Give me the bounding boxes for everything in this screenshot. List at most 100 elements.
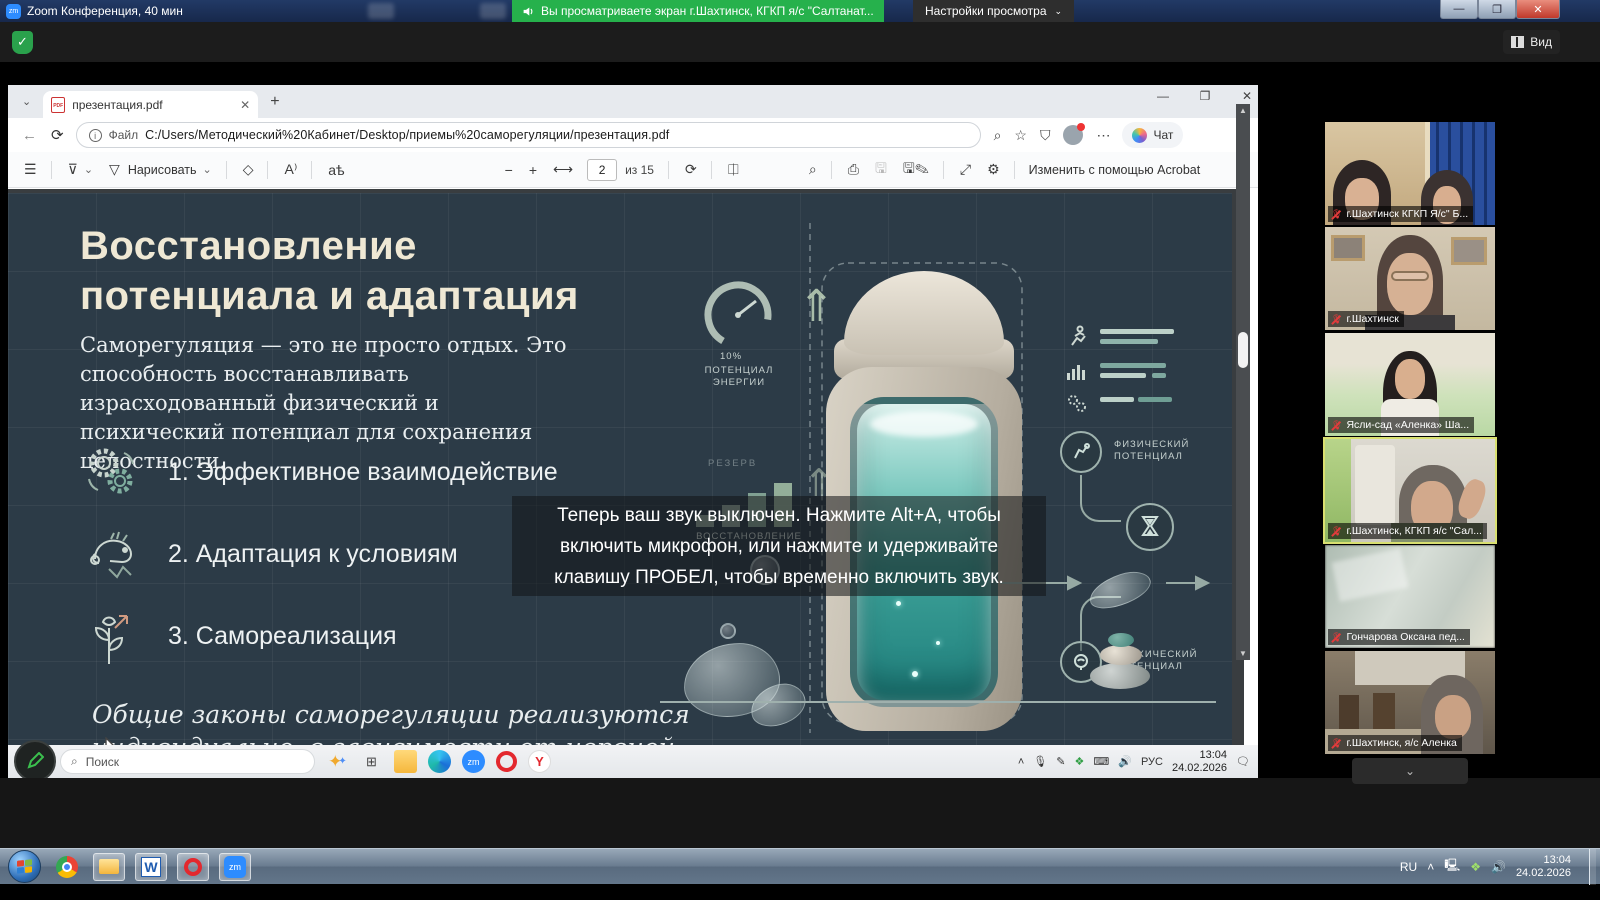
- yandex-icon[interactable]: Y: [528, 750, 551, 773]
- edit-with-acrobat-button[interactable]: Изменить с помощью Acrobat: [1029, 163, 1201, 177]
- shared-clock[interactable]: 13:0424.02.2026: [1172, 749, 1227, 775]
- save-icon[interactable]: 🖫: [875, 158, 887, 182]
- settings-gear-icon[interactable]: ⚙: [987, 161, 1000, 178]
- minimize-button[interactable]: —: [1440, 0, 1478, 19]
- display-tray-icon[interactable]: 🖳: [1444, 856, 1460, 877]
- zoom-taskbar-icon[interactable]: zm: [462, 750, 485, 773]
- keyboard-icon[interactable]: ⌨: [1093, 755, 1109, 768]
- eraser-icon[interactable]: ◇: [243, 161, 254, 178]
- explorer-taskbar-icon[interactable]: [93, 853, 125, 881]
- more-menu-icon[interactable]: ⋯: [1096, 127, 1110, 144]
- text-icon[interactable]: аѣ: [328, 162, 344, 178]
- volume-tray-icon[interactable]: 🔊: [1491, 860, 1506, 874]
- highlighter-icon[interactable]: ⊽: [68, 161, 78, 178]
- start-button[interactable]: [8, 850, 41, 883]
- participant-video[interactable]: 🎙Ясли-сад «Аленка» Ша...: [1325, 333, 1495, 436]
- read-aloud-icon[interactable]: A⁾: [284, 161, 297, 178]
- copilot-sparkle-icon[interactable]: ✦✦: [326, 750, 349, 773]
- page-view-icon[interactable]: ⎅: [728, 161, 739, 178]
- mic-tray-icon[interactable]: 🎙: [1033, 755, 1047, 768]
- expand-icon[interactable]: ⤢: [960, 161, 971, 178]
- sparkle: [896, 601, 901, 606]
- zoom-taskbar-icon[interactable]: zm: [219, 853, 251, 881]
- restore-button[interactable]: ❐: [1478, 0, 1516, 19]
- close-button[interactable]: ✕: [1516, 0, 1560, 19]
- print-icon[interactable]: ⎙: [848, 161, 859, 178]
- stat-line: [1100, 397, 1134, 402]
- browser-restore-button[interactable]: ❐: [1190, 89, 1220, 103]
- zoom-out-icon[interactable]: ⌕: [994, 127, 1002, 144]
- pen-tray-icon[interactable]: ✎: [1056, 755, 1065, 768]
- zoom-minus-icon[interactable]: −: [505, 162, 513, 178]
- task-view-icon[interactable]: ⊞: [360, 750, 383, 773]
- info-icon[interactable]: i: [89, 129, 102, 142]
- browser-close-button[interactable]: ✕: [1232, 89, 1262, 103]
- antivirus-icon[interactable]: ❖: [1074, 755, 1084, 768]
- rotate-icon[interactable]: ⟳: [685, 161, 697, 178]
- scrollbar-thumb[interactable]: [1238, 332, 1248, 368]
- view-button[interactable]: Вид: [1503, 30, 1560, 54]
- tab-presentation-pdf[interactable]: PDF презентация.pdf ✕: [43, 91, 258, 118]
- save-as-icon[interactable]: 🖫✎: [903, 158, 929, 182]
- view-settings-dropdown[interactable]: Настройки просмотра ⌄: [913, 0, 1074, 22]
- profile-avatar[interactable]: [1063, 125, 1083, 145]
- volume-icon[interactable]: 🔊: [1118, 755, 1132, 768]
- video-scene: [1391, 271, 1429, 281]
- participant-video[interactable]: 🎙г.Шахтинск, я/с Аленка: [1325, 651, 1495, 754]
- participant-video[interactable]: 🎙Гончарова Оксана пед...: [1325, 545, 1495, 648]
- tab-search-icon[interactable]: ⌄: [22, 95, 31, 108]
- collapse-gallery-button[interactable]: ⌄: [1352, 758, 1468, 784]
- shared-search-input[interactable]: ⌕ Поиск: [60, 749, 315, 774]
- notification-panel-icon[interactable]: 🗨: [1236, 755, 1250, 768]
- search-icon[interactable]: ⌕: [809, 161, 817, 178]
- page-number-input[interactable]: 2: [587, 159, 617, 181]
- system-clock[interactable]: 13:0424.02.2026: [1516, 854, 1571, 880]
- scroll-down-icon[interactable]: ▼: [1236, 649, 1250, 658]
- browser-window: ⌄ PDF презентация.pdf ✕ + — ❐ ✕ ← ⟳ i Фа…: [8, 85, 1258, 745]
- pdf-scrollbar[interactable]: ▲ ▼: [1236, 104, 1250, 660]
- favorite-star-icon[interactable]: ☆: [1014, 127, 1027, 144]
- viewing-screen-banner: Вы просматриваете экран г.Шахтинск, КГКП…: [512, 0, 884, 22]
- annotation-pencil-badge[interactable]: [14, 740, 56, 782]
- pen-icon[interactable]: ▽: [109, 161, 120, 178]
- stone: [1108, 633, 1134, 647]
- scroll-up-icon[interactable]: ▲: [1236, 106, 1250, 115]
- language-indicator[interactable]: RU: [1400, 860, 1417, 874]
- refresh-icon[interactable]: ⟳: [51, 126, 64, 144]
- participant-name: 🎙Ясли-сад «Аленка» Ша...: [1328, 417, 1474, 433]
- copilot-chat-button[interactable]: Чат: [1122, 122, 1183, 148]
- edge-icon[interactable]: [428, 750, 451, 773]
- chevron-down-icon[interactable]: ⌄: [84, 163, 93, 176]
- chrome-taskbar-icon[interactable]: [51, 853, 83, 881]
- zoom-plus-icon[interactable]: +: [529, 162, 537, 178]
- participant-video[interactable]: 🎙г.Шахтинск КГКП Я/с" Б...: [1325, 122, 1495, 225]
- show-desktop-strip[interactable]: [1589, 849, 1596, 885]
- fit-width-icon[interactable]: ⟷: [553, 161, 573, 178]
- participant-name: 🎙Гончарова Оксана пед...: [1328, 629, 1470, 645]
- pdf-toolbar: ☰ ⊽ ⌄ ▽ Нарисовать ⌄ ◇ A⁾ аѣ − + ⟷ 2 из …: [8, 152, 1258, 188]
- divider: [668, 161, 669, 179]
- explorer-folder-icon[interactable]: [394, 750, 417, 773]
- back-icon[interactable]: ←: [22, 127, 37, 144]
- zoom-menu-strip: [0, 22, 1600, 62]
- opera-taskbar-icon[interactable]: [177, 853, 209, 881]
- mute-notification: Теперь ваш звук выключен. Нажмите Alt+A,…: [512, 496, 1046, 596]
- participant-video[interactable]: 🎙г.Шахтинск: [1325, 227, 1495, 330]
- antivirus-tray-icon[interactable]: ❖: [1470, 860, 1481, 874]
- address-bar[interactable]: i Файл C:/Users/Методический%20Кабинет/D…: [76, 122, 981, 148]
- language-indicator[interactable]: РУС: [1141, 756, 1163, 768]
- chevron-down-icon[interactable]: ⌄: [202, 163, 211, 176]
- new-tab-button[interactable]: +: [270, 93, 279, 111]
- collections-icon[interactable]: ⛉: [1040, 127, 1051, 144]
- draw-label[interactable]: Нарисовать: [128, 163, 197, 177]
- stat-line: [1152, 373, 1166, 378]
- participant-video-active-speaker[interactable]: 🎙г.Шахтинск, КГКП я/с "Сал...: [1325, 439, 1495, 542]
- divider: [943, 161, 944, 179]
- toc-icon[interactable]: ☰: [24, 161, 37, 178]
- word-taskbar-icon[interactable]: W: [135, 853, 167, 881]
- tab-close-icon[interactable]: ✕: [240, 98, 250, 112]
- tray-expand-icon[interactable]: ˄: [1018, 756, 1024, 768]
- opera-icon[interactable]: [496, 751, 517, 772]
- tray-expand-icon[interactable]: ˄: [1427, 860, 1434, 874]
- browser-minimize-button[interactable]: —: [1148, 89, 1178, 103]
